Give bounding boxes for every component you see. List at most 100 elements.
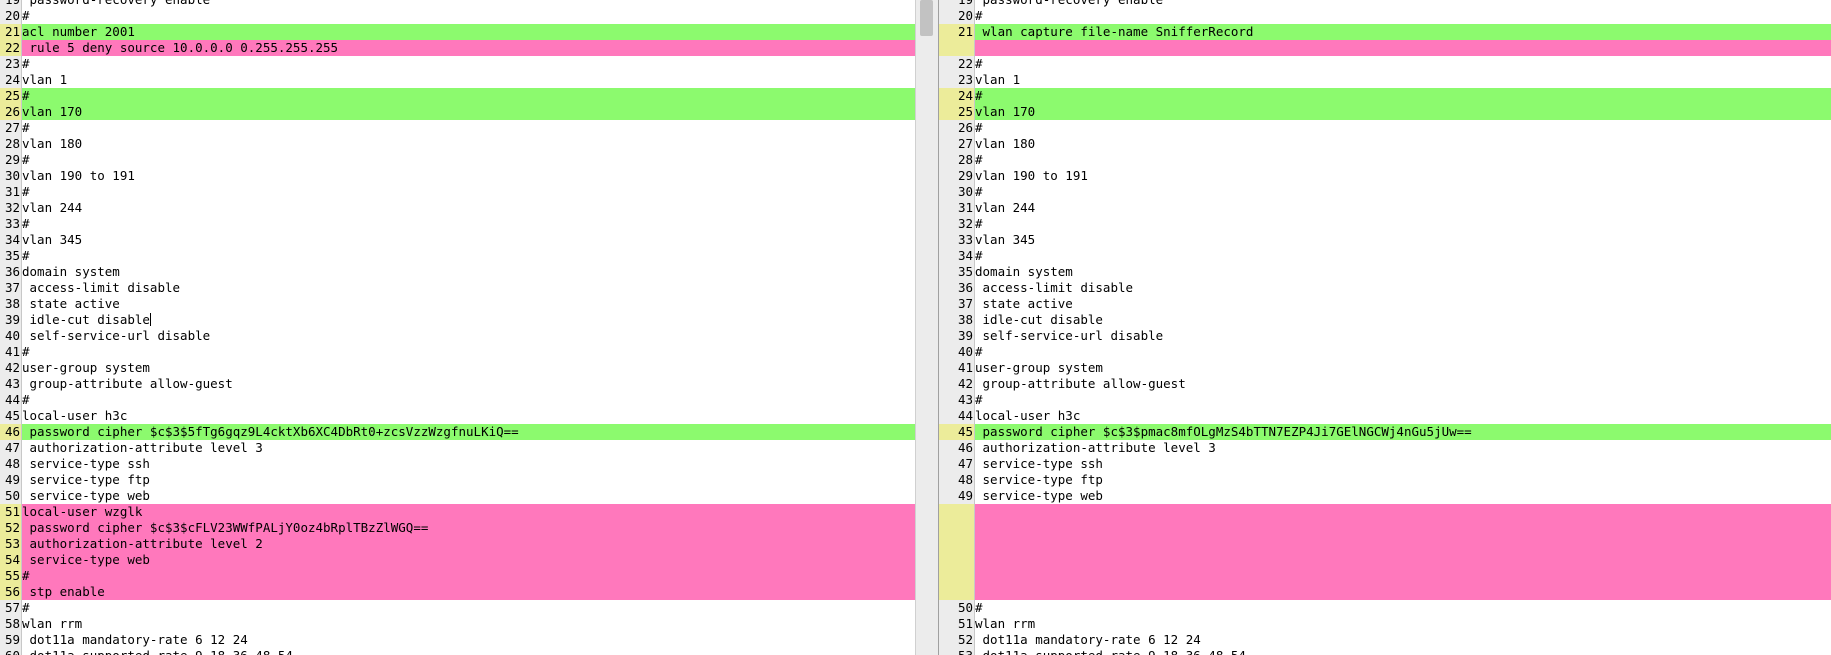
left-code-line[interactable]: 46 password cipher $c$3$5fTg6gqz9L4cktXb… [0, 424, 915, 440]
left-code-line[interactable]: 49 service-type ftp [0, 472, 915, 488]
line-text[interactable]: access-limit disable [975, 280, 1831, 296]
right-code-line[interactable]: 49 service-type web [939, 488, 1831, 504]
left-code-line[interactable]: 36 domain system [0, 264, 915, 280]
line-text[interactable]: # [22, 248, 915, 264]
line-text[interactable]: # [975, 392, 1831, 408]
left-code-line[interactable]: 35 # [0, 248, 915, 264]
line-text[interactable]: idle-cut disable [22, 312, 915, 328]
line-text[interactable]: # [975, 56, 1831, 72]
right-code-line[interactable]: 28 # [939, 152, 1831, 168]
right-code-line[interactable]: 42 group-attribute allow-guest [939, 376, 1831, 392]
line-text[interactable]: service-type ftp [22, 472, 915, 488]
left-code-line[interactable]: 43 group-attribute allow-guest [0, 376, 915, 392]
right-code-line[interactable]: 25 vlan 170 [939, 104, 1831, 120]
right-code-line[interactable]: 20 # [939, 8, 1831, 24]
line-text[interactable]: # [975, 120, 1831, 136]
left-code-line[interactable]: 59 dot11a mandatory-rate 6 12 24 [0, 632, 915, 648]
line-text[interactable]: # [975, 184, 1831, 200]
line-text[interactable]: access-limit disable [22, 280, 915, 296]
line-text[interactable]: wlan rrm [975, 616, 1831, 632]
right-code-line[interactable]: 27 vlan 180 [939, 136, 1831, 152]
line-text[interactable]: password-recovery enable [22, 0, 915, 8]
line-text[interactable]: # [22, 184, 915, 200]
line-text[interactable] [975, 584, 1831, 600]
right-code-line[interactable]: 32 # [939, 216, 1831, 232]
line-text[interactable]: password cipher $c$3$5fTg6gqz9L4cktXb6XC… [22, 424, 915, 440]
line-text[interactable]: vlan 190 to 191 [22, 168, 915, 184]
line-text[interactable]: local-user h3c [975, 408, 1831, 424]
line-text[interactable]: local-user h3c [22, 408, 915, 424]
left-code-line[interactable]: 42 user-group system [0, 360, 915, 376]
right-code-line[interactable]: 35 domain system [939, 264, 1831, 280]
line-text[interactable] [975, 520, 1831, 536]
left-code-line[interactable]: 28 vlan 180 [0, 136, 915, 152]
line-text[interactable]: # [975, 248, 1831, 264]
line-text[interactable]: group-attribute allow-guest [975, 376, 1831, 392]
line-text[interactable]: password cipher $c$3$cFLV23WWfPALjY0oz4b… [22, 520, 915, 536]
left-code-line[interactable]: 47 authorization-attribute level 3 [0, 440, 915, 456]
left-code-line[interactable]: 53 authorization-attribute level 2 [0, 536, 915, 552]
left-code-line[interactable]: 30 vlan 190 to 191 [0, 168, 915, 184]
line-text[interactable]: vlan 180 [22, 136, 915, 152]
right-code-line[interactable]: 40 # [939, 344, 1831, 360]
line-text[interactable] [975, 504, 1831, 520]
line-text[interactable]: vlan 180 [975, 136, 1831, 152]
right-code-line[interactable]: 31 vlan 244 [939, 200, 1831, 216]
line-text[interactable]: # [975, 8, 1831, 24]
right-code-line[interactable]: 53 dot11a supported-rate 9 18 36 48 54 [939, 648, 1831, 655]
line-text[interactable]: dot11a mandatory-rate 6 12 24 [22, 632, 915, 648]
line-text[interactable]: # [22, 120, 915, 136]
line-text[interactable]: password cipher $c$3$pmac8mfOLgMzS4bTTN7… [975, 424, 1831, 440]
line-text[interactable]: # [22, 392, 915, 408]
line-text[interactable] [975, 552, 1831, 568]
line-text[interactable]: group-attribute allow-guest [22, 376, 915, 392]
line-text[interactable]: # [22, 88, 915, 104]
line-text[interactable]: # [975, 216, 1831, 232]
line-text[interactable]: service-type web [975, 488, 1831, 504]
right-code-line[interactable]: 21 wlan capture file-name SnifferRecord [939, 24, 1831, 40]
line-text[interactable]: state active [975, 296, 1831, 312]
line-text[interactable]: domain system [22, 264, 915, 280]
line-text[interactable]: # [22, 56, 915, 72]
left-code-line[interactable]: 41 # [0, 344, 915, 360]
right-code-line[interactable] [939, 40, 1831, 56]
line-text[interactable]: service-type ssh [22, 456, 915, 472]
line-text[interactable]: # [22, 344, 915, 360]
left-code-line[interactable]: 56 stp enable [0, 584, 915, 600]
line-text[interactable] [975, 568, 1831, 584]
right-code-line[interactable]: 23 vlan 1 [939, 72, 1831, 88]
right-code-line[interactable]: 19 password-recovery enable [939, 0, 1831, 8]
line-text[interactable]: # [975, 152, 1831, 168]
line-text[interactable]: wlan rrm [22, 616, 915, 632]
left-code-line[interactable]: 24 vlan 1 [0, 72, 915, 88]
line-text[interactable]: # [975, 600, 1831, 616]
line-text[interactable]: dot11a mandatory-rate 6 12 24 [975, 632, 1831, 648]
line-text[interactable]: vlan 1 [22, 72, 915, 88]
right-code-line[interactable]: 44 local-user h3c [939, 408, 1831, 424]
left-code-line[interactable]: 19 password-recovery enable [0, 0, 915, 8]
right-code-line[interactable]: 46 authorization-attribute level 3 [939, 440, 1831, 456]
line-text[interactable]: # [975, 344, 1831, 360]
right-code-line[interactable]: 38 idle-cut disable [939, 312, 1831, 328]
line-text[interactable]: vlan 345 [22, 232, 915, 248]
line-text[interactable]: # [22, 8, 915, 24]
right-code-line[interactable]: 29 vlan 190 to 191 [939, 168, 1831, 184]
line-text[interactable]: idle-cut disable [975, 312, 1831, 328]
right-code-line[interactable] [939, 552, 1831, 568]
right-code-line[interactable]: 45 password cipher $c$3$pmac8mfOLgMzS4bT… [939, 424, 1831, 440]
left-code-line[interactable]: 21 acl number 2001 [0, 24, 915, 40]
right-code-line[interactable] [939, 536, 1831, 552]
left-code-line[interactable]: 32 vlan 244 [0, 200, 915, 216]
line-text[interactable]: rule 5 deny source 10.0.0.0 0.255.255.25… [22, 40, 915, 56]
right-code-line[interactable]: 50 # [939, 600, 1831, 616]
right-code-line[interactable]: 43 # [939, 392, 1831, 408]
line-text[interactable]: local-user wzglk [22, 504, 915, 520]
left-code-line[interactable]: 57 # [0, 600, 915, 616]
left-code-line[interactable]: 51 local-user wzglk [0, 504, 915, 520]
right-code-line[interactable]: 24 # [939, 88, 1831, 104]
left-code-line[interactable]: 45 local-user h3c [0, 408, 915, 424]
line-text[interactable]: # [975, 88, 1831, 104]
left-code-line[interactable]: 52 password cipher $c$3$cFLV23WWfPALjY0o… [0, 520, 915, 536]
line-text[interactable]: dot11a supported-rate 9 18 36 48 54 [22, 648, 915, 655]
line-text[interactable]: vlan 244 [975, 200, 1831, 216]
